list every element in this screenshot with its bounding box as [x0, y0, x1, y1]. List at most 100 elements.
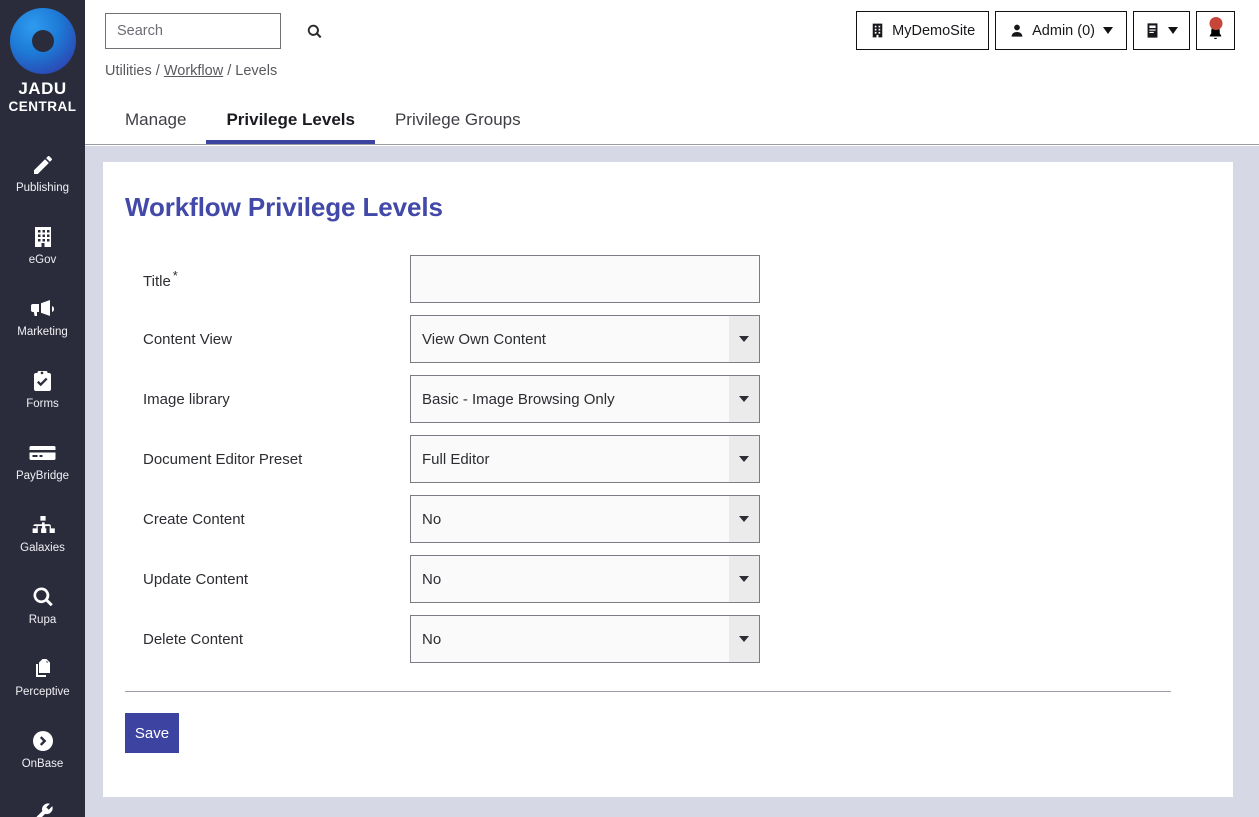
- account-menu-label: Admin (0): [1032, 22, 1095, 39]
- pencil-icon: [31, 152, 55, 178]
- credit-card-icon: [29, 440, 56, 466]
- field-label-document-editor-preset: Document Editor Preset: [143, 450, 303, 468]
- field-label-delete-content: Delete Content: [143, 630, 244, 648]
- update-content-select[interactable]: No: [410, 555, 760, 603]
- form-row-update-content: Update Content No: [125, 549, 1213, 609]
- sidebar-item-label: Rupa: [28, 614, 57, 627]
- form-row-create-content: Create Content No: [125, 489, 1213, 549]
- form-row-image-library: Image library Basic - Image Browsing Onl…: [125, 369, 1213, 429]
- sidebar-nav-list: Publishing eGov Marketing Forms PayBridg…: [0, 138, 85, 817]
- sidebar-item-onbase[interactable]: OnBase: [0, 714, 85, 786]
- field-label-title: Title *: [143, 268, 178, 290]
- sidebar-item-egov[interactable]: eGov: [0, 210, 85, 282]
- book-icon: [1145, 22, 1160, 39]
- primary-sidebar: JADU CENTRAL Publishing eGov Marketing F…: [0, 0, 85, 817]
- search-box[interactable]: [105, 13, 322, 49]
- site-switcher-button[interactable]: MyDemoSite: [856, 11, 990, 50]
- tab-privilege-levels[interactable]: Privilege Levels: [206, 111, 375, 144]
- chevron-down-icon[interactable]: [729, 436, 759, 482]
- content-panel: Workflow Privilege Levels Title * Content…: [103, 162, 1233, 797]
- app-logo[interactable]: JADU CENTRAL: [0, 8, 85, 114]
- field-label-image-library: Image library: [143, 390, 230, 408]
- select-value: No: [422, 510, 442, 528]
- form-row-content-view: Content View View Own Content: [125, 309, 1213, 369]
- search-icon[interactable]: [306, 23, 323, 40]
- document-editor-preset-select[interactable]: Full Editor: [410, 435, 760, 483]
- select-value: View Own Content: [422, 330, 546, 348]
- form-row-delete-content: Delete Content No: [125, 609, 1213, 669]
- chevron-down-icon[interactable]: [729, 556, 759, 602]
- section-tabs: Manage Privilege Levels Privilege Groups: [105, 111, 541, 144]
- megaphone-icon: [30, 296, 56, 322]
- field-label-update-content: Update Content: [143, 570, 249, 588]
- breadcrumb-item-utilities: Utilities: [105, 63, 152, 79]
- search-input[interactable]: [115, 22, 306, 40]
- sidebar-item-label: Marketing: [17, 326, 68, 339]
- notifications-button[interactable]: [1196, 11, 1235, 50]
- page-title: Workflow Privilege Levels: [125, 192, 443, 222]
- sidebar-item-galaxies[interactable]: Galaxies: [0, 498, 85, 570]
- sidebar-item-label: eGov: [28, 254, 57, 267]
- app-root: JADU CENTRAL Publishing eGov Marketing F…: [0, 0, 1259, 817]
- sidebar-item-rupa[interactable]: Rupa: [0, 570, 85, 642]
- select-value: No: [422, 570, 442, 588]
- sidebar-item-utilities[interactable]: Utilities: [0, 786, 85, 817]
- sidebar-item-marketing[interactable]: Marketing: [0, 282, 85, 354]
- chevron-down-icon: [1168, 27, 1178, 34]
- field-label-create-content: Create Content: [143, 510, 245, 528]
- sitemap-icon: [30, 512, 56, 538]
- docs-menu-button[interactable]: [1133, 11, 1190, 50]
- title-input[interactable]: [410, 255, 760, 303]
- sidebar-item-label: Perceptive: [15, 686, 70, 699]
- sidebar-item-label: Forms: [26, 398, 59, 411]
- building-icon: [32, 224, 54, 250]
- wrench-icon: [31, 800, 55, 817]
- chevron-down-icon[interactable]: [729, 616, 759, 662]
- copy-pages-icon: [31, 656, 55, 682]
- tab-privilege-groups[interactable]: Privilege Groups: [375, 111, 541, 144]
- select-value: No: [422, 630, 442, 648]
- required-marker: *: [172, 268, 178, 283]
- form-row-document-editor-preset: Document Editor Preset Full Editor: [125, 429, 1213, 489]
- breadcrumb: Utilities / Workflow / Levels: [105, 63, 277, 79]
- create-content-select[interactable]: No: [410, 495, 760, 543]
- chevron-down-icon[interactable]: [729, 376, 759, 422]
- chevron-down-icon: [1103, 27, 1113, 34]
- sidebar-item-label: Publishing: [15, 182, 70, 195]
- content-area: Workflow Privilege Levels Title * Content…: [85, 146, 1259, 817]
- breadcrumb-separator: /: [155, 63, 160, 79]
- clipboard-check-icon: [32, 368, 53, 394]
- select-value: Basic - Image Browsing Only: [422, 390, 615, 408]
- header-actions: MyDemoSite Admin (0): [856, 11, 1235, 50]
- sidebar-item-paybridge[interactable]: PayBridge: [0, 426, 85, 498]
- sidebar-item-label: PayBridge: [15, 470, 70, 483]
- tab-manage[interactable]: Manage: [105, 111, 206, 144]
- sidebar-item-perceptive[interactable]: Perceptive: [0, 642, 85, 714]
- breadcrumb-item-levels: Levels: [235, 63, 278, 79]
- image-library-select[interactable]: Basic - Image Browsing Only: [410, 375, 760, 423]
- building-icon: [870, 22, 885, 39]
- jadu-logo-icon: [9, 8, 76, 74]
- magnifier-icon: [31, 584, 55, 610]
- sidebar-item-label: OnBase: [21, 758, 64, 771]
- select-value: Full Editor: [422, 450, 490, 468]
- sidebar-item-publishing[interactable]: Publishing: [0, 138, 85, 210]
- content-view-select[interactable]: View Own Content: [410, 315, 760, 363]
- main-region: Utilities / Workflow / Levels MyDemoSite: [85, 0, 1259, 817]
- logo-line-1: JADU: [18, 79, 67, 98]
- privilege-level-form: Title * Content View View Own Content Ima…: [123, 249, 1213, 753]
- top-header: Utilities / Workflow / Levels MyDemoSite: [85, 0, 1259, 145]
- chevron-down-icon[interactable]: [729, 316, 759, 362]
- chevron-down-icon[interactable]: [729, 496, 759, 542]
- circle-chevron-right-icon: [31, 728, 55, 754]
- site-switcher-label: MyDemoSite: [892, 22, 976, 39]
- delete-content-select[interactable]: No: [410, 615, 760, 663]
- account-menu-button[interactable]: Admin (0): [995, 11, 1127, 50]
- breadcrumb-item-workflow[interactable]: Workflow: [164, 63, 223, 79]
- breadcrumb-separator: /: [227, 63, 232, 79]
- field-label-content-view: Content View: [143, 330, 232, 348]
- sidebar-item-forms[interactable]: Forms: [0, 354, 85, 426]
- save-button[interactable]: Save: [125, 713, 179, 753]
- notification-alert-dot: [1209, 17, 1222, 30]
- sidebar-item-label: Galaxies: [20, 542, 65, 555]
